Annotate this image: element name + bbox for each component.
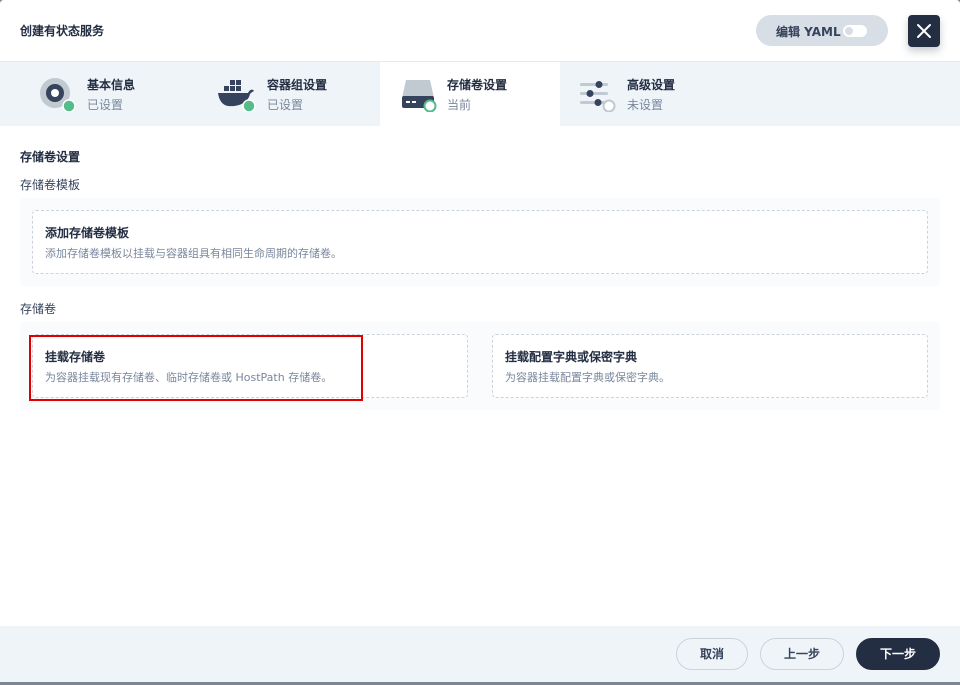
- mount-volume-card[interactable]: 挂载存储卷 为容器挂载现有存储卷、临时存储卷或 HostPath 存储卷。: [32, 334, 468, 398]
- step-name: 高级设置: [627, 78, 676, 92]
- modal-footer: 取消 上一步 下一步: [0, 626, 960, 682]
- step-name: 基本信息: [87, 78, 136, 92]
- section-title: 存储卷设置: [20, 150, 81, 164]
- docker-icon: [218, 80, 256, 112]
- modal-header: 创建有状态服务 编辑 YAML: [0, 0, 960, 62]
- tab-advanced-settings[interactable]: 高级设置 未设置: [560, 62, 740, 126]
- modal-title: 创建有状态服务: [20, 24, 105, 38]
- basic-info-icon: [40, 78, 76, 112]
- add-volume-template-card[interactable]: 添加存储卷模板 添加存储卷模板以挂载与容器组具有相同生命周期的存储卷。: [32, 210, 928, 274]
- card-description: 为容器挂载配置字典或保密字典。: [505, 371, 670, 384]
- volume-panel: 挂载存储卷 为容器挂载现有存储卷、临时存储卷或 HostPath 存储卷。 挂载…: [20, 322, 940, 410]
- toggle-switch[interactable]: [843, 25, 867, 37]
- card-title: 挂载存储卷: [45, 350, 106, 364]
- template-label: 存储卷模板: [20, 178, 81, 192]
- sliders-icon: [580, 81, 616, 112]
- close-button[interactable]: [908, 15, 940, 47]
- step-name: 容器组设置: [267, 78, 328, 92]
- template-panel: 添加存储卷模板 添加存储卷模板以挂载与容器组具有相同生命周期的存储卷。: [20, 198, 940, 286]
- close-icon: [917, 24, 931, 38]
- tab-container-settings[interactable]: 容器组设置 已设置: [180, 62, 360, 126]
- volume-label: 存储卷: [20, 302, 57, 316]
- card-description: 为容器挂载现有存储卷、临时存储卷或 HostPath 存储卷。: [45, 371, 333, 384]
- tab-storage-settings[interactable]: 存储卷设置 当前: [380, 62, 560, 126]
- cancel-button[interactable]: 取消: [676, 638, 748, 670]
- create-statefulset-modal: 创建有状态服务 编辑 YAML 基本信息 已设置 容器组设置 已设置 存储卷设置…: [0, 0, 960, 682]
- toggle-knob: [844, 26, 854, 36]
- step-status: 当前: [447, 98, 472, 112]
- step-status: 已设置: [267, 98, 304, 112]
- storage-icon: [402, 80, 437, 112]
- step-status: 未设置: [627, 98, 664, 112]
- next-step-button[interactable]: 下一步: [856, 638, 940, 670]
- step-tabs: 基本信息 已设置 容器组设置 已设置 存储卷设置 当前 高级设置 未设置: [0, 62, 960, 126]
- prev-step-button[interactable]: 上一步: [760, 638, 844, 670]
- tab-basic-info[interactable]: 基本信息 已设置: [0, 62, 180, 126]
- card-title: 挂载配置字典或保密字典: [505, 350, 638, 364]
- card-title: 添加存储卷模板: [45, 226, 130, 240]
- edit-yaml-label: 编辑 YAML: [776, 25, 841, 39]
- mount-configmap-secret-card[interactable]: 挂载配置字典或保密字典 为容器挂载配置字典或保密字典。: [492, 334, 928, 398]
- step-name: 存储卷设置: [447, 78, 508, 92]
- card-description: 添加存储卷模板以挂载与容器组具有相同生命周期的存储卷。: [45, 247, 342, 260]
- edit-yaml-toggle[interactable]: 编辑 YAML: [756, 15, 888, 46]
- step-status: 已设置: [87, 98, 124, 112]
